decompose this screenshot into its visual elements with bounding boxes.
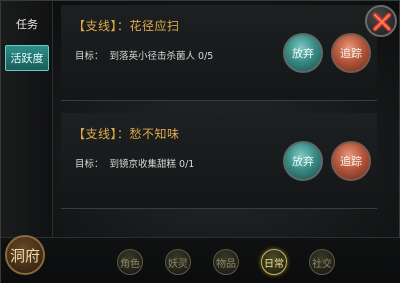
home-button[interactable]: 洞府 — [5, 235, 45, 275]
nav-spirit[interactable]: 妖灵 — [165, 249, 191, 275]
close-button[interactable] — [365, 5, 397, 37]
quest-title: 【支线】：愁不知味 — [73, 127, 180, 141]
tab-task[interactable]: 任务 — [5, 11, 49, 37]
bottom-nav-bar — [1, 237, 400, 283]
nav-character[interactable]: 角色 — [117, 249, 143, 275]
quest-title: 【支线】：花径应扫 — [73, 19, 180, 33]
tab-activity[interactable]: 活跃度 — [5, 45, 49, 71]
quest-card: 【支线】：愁不知味 目标： 到镜京收集甜糕 0/1 放弃 追踪 — [61, 113, 377, 209]
quest-window: 任务 活跃度 【支线】：花径应扫 目标： 到落英小径击杀菌人 0/5 放弃 追踪 … — [0, 0, 400, 283]
quest-list: 【支线】：花径应扫 目标： 到落英小径击杀菌人 0/5 放弃 追踪 【支线】：愁不… — [53, 1, 400, 237]
quest-card: 【支线】：花径应扫 目标： 到落英小径击杀菌人 0/5 放弃 追踪 — [61, 5, 377, 101]
quest-target-label: 目标： — [75, 159, 104, 170]
nav-daily[interactable]: 日常 — [261, 249, 287, 275]
track-button[interactable]: 追踪 — [331, 33, 371, 73]
quest-target: 目标： 到镜京收集甜糕 0/1 — [75, 156, 194, 170]
quest-target-label: 目标： — [75, 51, 104, 62]
abandon-button[interactable]: 放弃 — [283, 33, 323, 73]
quest-target-text: 到落英小径击杀菌人 0/5 — [109, 51, 214, 62]
quest-target-text: 到镜京收集甜糕 0/1 — [109, 159, 195, 170]
nav-social[interactable]: 社交 — [309, 249, 335, 275]
close-icon — [372, 12, 392, 32]
nav-items[interactable]: 物品 — [213, 249, 239, 275]
quest-target: 目标： 到落英小径击杀菌人 0/5 — [75, 48, 213, 62]
left-tab-strip: 任务 活跃度 — [1, 1, 53, 237]
track-button[interactable]: 追踪 — [331, 141, 371, 181]
abandon-button[interactable]: 放弃 — [283, 141, 323, 181]
